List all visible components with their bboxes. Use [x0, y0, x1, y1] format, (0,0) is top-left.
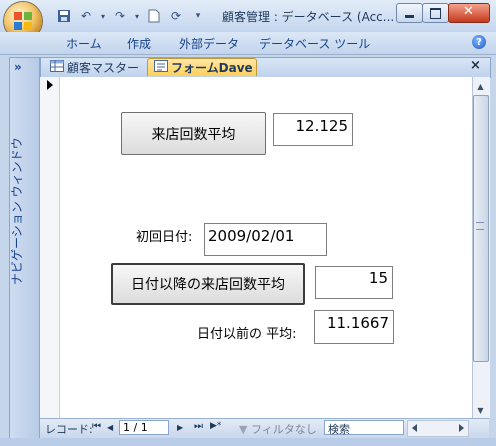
- scroll-right-icon[interactable]: [459, 424, 464, 432]
- visit-average-field[interactable]: 12.125: [273, 113, 353, 146]
- tab-label: フォームDave: [171, 61, 253, 75]
- first-date-label: 初回日付:: [136, 230, 193, 245]
- customize-dropdown-icon[interactable]: ▾: [190, 8, 206, 24]
- new-document-icon[interactable]: [146, 8, 162, 24]
- save-icon[interactable]: [56, 8, 72, 24]
- close-document-icon[interactable]: ×: [470, 58, 481, 73]
- previous-record-icon[interactable]: ◀: [107, 423, 113, 432]
- close-icon: ✕: [463, 4, 474, 19]
- redo-icon[interactable]: ↷: [112, 8, 128, 24]
- after-date-average-button[interactable]: 日付以降の来店回数平均: [111, 263, 305, 305]
- quick-access-toolbar: ↶ ▾ ↷ ▾ ⟳ ▾: [56, 6, 206, 26]
- first-date-field[interactable]: 2009/02/01: [204, 223, 327, 256]
- window-title: 顧客管理 : データベース (Acc...: [222, 10, 395, 24]
- next-record-icon[interactable]: ▶: [177, 423, 183, 432]
- nav-pane-expand-icon[interactable]: »: [14, 60, 22, 74]
- maximize-button[interactable]: [422, 3, 449, 23]
- redo-dropdown-icon[interactable]: ▾: [134, 8, 140, 24]
- filter-toggle[interactable]: ▼ フィルタなし: [239, 421, 317, 437]
- record-counter-field[interactable]: 1 / 1: [119, 420, 169, 435]
- last-record-icon[interactable]: ⏭: [194, 421, 203, 432]
- nav-pane-label: ナビゲーション ウィンドウ: [10, 137, 24, 285]
- new-record-icon[interactable]: ▶*: [210, 421, 221, 431]
- undo-dropdown-icon[interactable]: ▾: [100, 8, 106, 24]
- tab-form-dave[interactable]: フォームDave: [147, 58, 257, 76]
- tab-label: 顧客マスター: [67, 60, 140, 75]
- scroll-grip-icon: [476, 222, 484, 230]
- office-logo-icon: [14, 12, 32, 30]
- after-date-average-field[interactable]: 15: [315, 266, 393, 299]
- form-icon: [154, 60, 168, 75]
- filter-label: フィルタなし: [250, 423, 317, 436]
- search-input[interactable]: 検索: [324, 420, 404, 436]
- record-selector[interactable]: [40, 77, 60, 418]
- undo-icon[interactable]: ↶: [78, 8, 94, 24]
- close-window-button[interactable]: ✕: [448, 3, 490, 23]
- tab-customer-master[interactable]: 顧客マスター: [44, 58, 144, 76]
- current-record-arrow-icon: [47, 80, 53, 90]
- first-record-icon[interactable]: ⏮: [92, 421, 101, 432]
- ribbon-tab-database-tools[interactable]: データベース ツール: [259, 35, 370, 52]
- ribbon-tab-create[interactable]: 作成: [127, 35, 151, 52]
- minimize-button[interactable]: [396, 3, 423, 23]
- visit-average-button[interactable]: 来店回数平均: [121, 112, 266, 155]
- scroll-up-icon[interactable]: ▲: [473, 79, 488, 93]
- ribbon-tab-external-data[interactable]: 外部データ: [179, 35, 239, 52]
- record-label: レコード:: [45, 423, 93, 436]
- ribbon-tab-home[interactable]: ホーム: [66, 35, 102, 52]
- before-date-average-label: 日付以前の 平均:: [197, 327, 297, 342]
- scroll-down-icon[interactable]: ▼: [473, 403, 488, 417]
- horizontal-scrollbar[interactable]: [407, 420, 469, 437]
- window-bottom-border: [0, 438, 496, 446]
- help-icon[interactable]: ?: [472, 35, 486, 49]
- table-icon: [50, 59, 64, 75]
- refresh-icon[interactable]: ⟳: [168, 8, 184, 24]
- filter-icon: ▼: [239, 423, 248, 436]
- before-date-average-field[interactable]: 11.1667: [314, 310, 394, 344]
- scroll-left-icon[interactable]: [412, 424, 417, 432]
